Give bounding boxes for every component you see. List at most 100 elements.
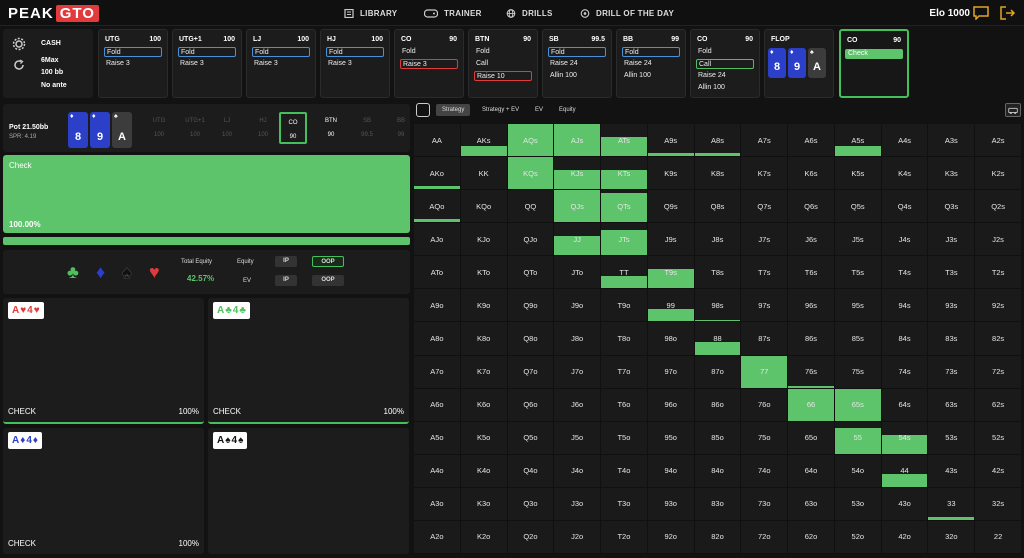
matrix-cell-T9o[interactable]: T9o [601,289,648,323]
equity-oop-toggle[interactable]: OOP [312,256,344,267]
action-option[interactable]: Raise 3 [326,59,384,69]
matrix-cell-J9o[interactable]: J9o [554,289,602,323]
matrix-cell-32s[interactable]: 32s [975,487,1022,521]
matrix-cell-Q5s[interactable]: Q5s [834,190,882,224]
matrix-cell-Q7s[interactable]: Q7s [741,190,789,224]
matrix-cell-98s[interactable]: 98s [694,289,742,323]
matrix-cell-42o[interactable]: 42o [881,520,929,554]
matrix-cell-T6s[interactable]: T6s [788,256,835,290]
matrix-cell-Q4s[interactable]: Q4s [881,190,929,224]
matrix-cell-K8o[interactable]: K8o [460,322,508,356]
matrix-cell-53o[interactable]: 53o [834,487,882,521]
matrix-cell-KJs[interactable]: KJs [554,157,602,191]
matrix-cell-Q4o[interactable]: Q4o [507,454,555,488]
matrix-cell-54o[interactable]: 54o [834,454,882,488]
matrix-cell-T6o[interactable]: T6o [601,388,648,422]
matrix-cell-JTo[interactable]: JTo [554,256,602,290]
matrix-cell-K4s[interactable]: K4s [881,157,929,191]
refresh-icon[interactable] [13,59,25,71]
matrix-cell-T9s[interactable]: T9s [647,256,695,290]
action-option[interactable]: Fold [696,47,754,57]
position-utg-card[interactable]: UTG 100 Fold Raise 3 [98,29,168,98]
matrix-cell-82s[interactable]: 82s [975,322,1022,356]
matrix-cell-86s[interactable]: 86s [788,322,835,356]
matrix-cell-Q3o[interactable]: Q3o [507,487,555,521]
matrix-cell-K6s[interactable]: K6s [788,157,835,191]
matrix-cell-74s[interactable]: 74s [881,355,929,389]
matrix-cell-K7o[interactable]: K7o [460,355,508,389]
matrix-cell-K4o[interactable]: K4o [460,454,508,488]
hand-combo-cell[interactable]: A ♥ 4 ♥ CHECK 100% [3,298,204,424]
seat-btn[interactable]: BTN 90 [317,112,345,144]
matrix-cell-J7o[interactable]: J7o [554,355,602,389]
action-option[interactable]: Fold [622,47,680,57]
matrix-cell-84s[interactable]: 84s [881,322,929,356]
matrix-cell-Q8s[interactable]: Q8s [694,190,742,224]
matrix-cell-T5o[interactable]: T5o [601,421,648,455]
matrix-cell-87o[interactable]: 87o [694,355,742,389]
gear-icon[interactable] [12,37,26,51]
tab-equity[interactable]: Equity [553,104,582,116]
matrix-cell-66[interactable]: 66 [788,388,835,422]
matrix-cell-A5o[interactable]: A5o [414,421,461,455]
matrix-cell-QTs[interactable]: QTs [601,190,648,224]
action-option[interactable]: Raise 10 [474,71,532,81]
action-option[interactable]: Allin 100 [696,83,754,93]
action-option[interactable]: Fold [178,47,236,57]
matrix-cell-74o[interactable]: 74o [741,454,789,488]
matrix-cell-82o[interactable]: 82o [694,520,742,554]
matrix-cell-T8s[interactable]: T8s [694,256,742,290]
position-bb-card[interactable]: BB 99 Fold Raise 24 Allin 100 [616,29,686,98]
matrix-cell-A8o[interactable]: A8o [414,322,461,356]
matrix-cell-62s[interactable]: 62s [975,388,1022,422]
matrix-cell-QTo[interactable]: QTo [507,256,555,290]
matrix-cell-55[interactable]: 55 [834,421,882,455]
matrix-cell-K2s[interactable]: K2s [975,157,1022,191]
matrix-cell-42s[interactable]: 42s [975,454,1022,488]
heart-suit-icon[interactable]: ♥ [149,262,160,283]
matrix-cell-J7s[interactable]: J7s [741,223,789,257]
matrix-cell-TT[interactable]: TT [601,256,648,290]
matrix-cell-A7s[interactable]: A7s [741,124,789,158]
matrix-cell-J8s[interactable]: J8s [694,223,742,257]
matrix-cell-87s[interactable]: 87s [741,322,789,356]
matrix-cell-A2s[interactable]: A2s [975,124,1022,158]
matrix-cell-K5o[interactable]: K5o [460,421,508,455]
matrix-cell-96o[interactable]: 96o [647,388,695,422]
matrix-cell-K5s[interactable]: K5s [834,157,882,191]
active-position-card[interactable]: CO 90 Check [839,29,909,98]
matrix-cell-J6s[interactable]: J6s [788,223,835,257]
matrix-cell-63s[interactable]: 63s [928,388,976,422]
matrix-cell-86o[interactable]: 86o [694,388,742,422]
matrix-cell-93o[interactable]: 93o [647,487,695,521]
matrix-cell-84o[interactable]: 84o [694,454,742,488]
matrix-cell-K9s[interactable]: K9s [647,157,695,191]
logo[interactable]: PEAK GTO [8,3,99,23]
matrix-cell-Q6s[interactable]: Q6s [788,190,835,224]
action-option[interactable]: Raise 24 [548,59,606,69]
matrix-cell-54s[interactable]: 54s [881,421,929,455]
spade-suit-icon[interactable]: ♠ [122,262,132,283]
matrix-cell-A9s[interactable]: A9s [647,124,695,158]
position-co-card[interactable]: CO 90 Fold Raise 3 [394,29,464,98]
matrix-cell-33[interactable]: 33 [928,487,976,521]
hand-combo-cell[interactable]: A ♣ 4 ♣ CHECK 100% [208,298,409,424]
matrix-cell-ATs[interactable]: ATs [601,124,648,158]
position-hj-card[interactable]: HJ 100 Fold Raise 3 [320,29,390,98]
matrix-cell-A5s[interactable]: A5s [834,124,882,158]
matrix-cell-AKs[interactable]: AKs [460,124,508,158]
matrix-cell-Q8o[interactable]: Q8o [507,322,555,356]
position-sb-card[interactable]: SB 99.5 Fold Raise 24 Allin 100 [542,29,612,98]
matrix-cell-Q7o[interactable]: Q7o [507,355,555,389]
matrix-cell-K8s[interactable]: K8s [694,157,742,191]
matrix-cell-AJo[interactable]: AJo [414,223,461,257]
hand-combo-cell[interactable]: A ♦ 4 ♦ CHECK 100% [3,428,204,554]
matrix-cell-K7s[interactable]: K7s [741,157,789,191]
matrix-cell-83o[interactable]: 83o [694,487,742,521]
matrix-cell-J3s[interactable]: J3s [928,223,976,257]
matrix-cell-76o[interactable]: 76o [741,388,789,422]
ev-ip-toggle[interactable]: IP [275,275,297,286]
logout-icon[interactable] [1000,6,1016,20]
matrix-cell-J5o[interactable]: J5o [554,421,602,455]
check-action[interactable]: Check [845,49,903,59]
